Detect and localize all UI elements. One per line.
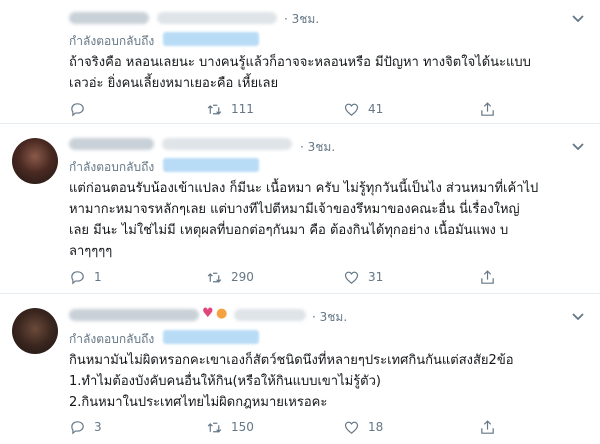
retweet-count: 150 [231,420,254,434]
heart-icon [344,103,359,116]
tweet-time[interactable]: · 3ชม. [300,138,335,157]
tweet-text: กินหมามันไม่ผิดหรอกคะเขาเองก็สัตว์ชนิดนึ… [69,353,514,410]
reply-icon [71,270,84,284]
replying-to-mention[interactable] [163,330,259,344]
tweet-time[interactable]: · 3ชม. [284,10,319,29]
retweet-count: 111 [231,102,254,116]
retweet-button[interactable]: 290 [206,267,254,287]
author-handle [234,309,306,321]
share-icon [481,419,494,434]
like-button[interactable]: 31 [343,267,383,287]
tweet-actions: 1 290 31 [61,267,561,287]
share-button[interactable] [479,267,496,287]
tweet-2[interactable]: · 3ชม. กำลังตอบกลับถึง แต่ก่อนตอนรับน้อง… [0,124,600,294]
like-button[interactable]: 41 [343,99,383,119]
author-handle [157,12,277,24]
emoji-icon: ♥ [202,306,214,321]
chevron-down-icon[interactable] [570,308,586,324]
like-button[interactable]: 18 [343,417,383,437]
retweet-button[interactable]: 111 [206,99,254,119]
replying-to-mention[interactable] [163,32,259,46]
tweet-3[interactable]: ♥ ● · 3ชม. กำลังตอบกลับถึง กินหมามันไม่ผ… [0,294,600,444]
emoji-icon: ● [216,306,228,321]
author-name[interactable] [69,309,199,321]
replying-to-label: กำลังตอบกลับถึง [69,160,155,174]
reply-icon [71,102,84,116]
share-button[interactable] [479,99,496,119]
tweet-text: แต่ก่อนตอนรับน้องเข้าแปลง ก็มีนะ เนื้อหม… [69,181,539,259]
author-name[interactable] [69,138,154,150]
share-button[interactable] [479,417,496,437]
heart-icon [344,271,359,284]
heart-icon [344,421,359,434]
retweet-icon [207,272,222,283]
tweet-1[interactable]: · 3ชม. กำลังตอบกลับถึง ถ้าจริงคือ หลอนเล… [0,0,600,124]
reply-button[interactable] [69,99,104,119]
reply-count: 3 [94,420,102,434]
tweet-actions: 3 150 18 [61,417,561,437]
like-count: 31 [368,270,384,284]
retweet-icon [207,422,222,433]
chevron-down-icon[interactable] [570,138,586,154]
share-icon [481,269,494,284]
author-handle [162,138,292,150]
retweet-button[interactable]: 150 [206,417,254,437]
reply-button[interactable]: 3 [69,417,104,437]
avatar[interactable] [12,138,58,184]
reply-button[interactable]: 1 [69,267,104,287]
tweet-time[interactable]: · 3ชม. [312,308,347,327]
replying-to-label: กำลังตอบกลับถึง [69,34,155,48]
reply-icon [71,420,84,434]
tweet-actions: 111 41 [61,99,561,119]
retweet-count: 290 [231,270,254,284]
retweet-icon [207,104,222,115]
like-count: 41 [368,102,384,116]
share-icon [481,101,494,116]
chevron-down-icon[interactable] [570,10,586,26]
tweet-text: ถ้าจริงคือ หลอนเลยนะ บางคนรู้แล้วก็อาจจะ… [69,55,531,91]
replying-to-mention[interactable] [163,158,259,172]
reply-count: 1 [94,270,102,284]
author-name[interactable] [69,12,149,24]
replying-to-label: กำลังตอบกลับถึง [69,332,155,346]
like-count: 18 [368,420,384,434]
avatar[interactable] [12,308,58,354]
